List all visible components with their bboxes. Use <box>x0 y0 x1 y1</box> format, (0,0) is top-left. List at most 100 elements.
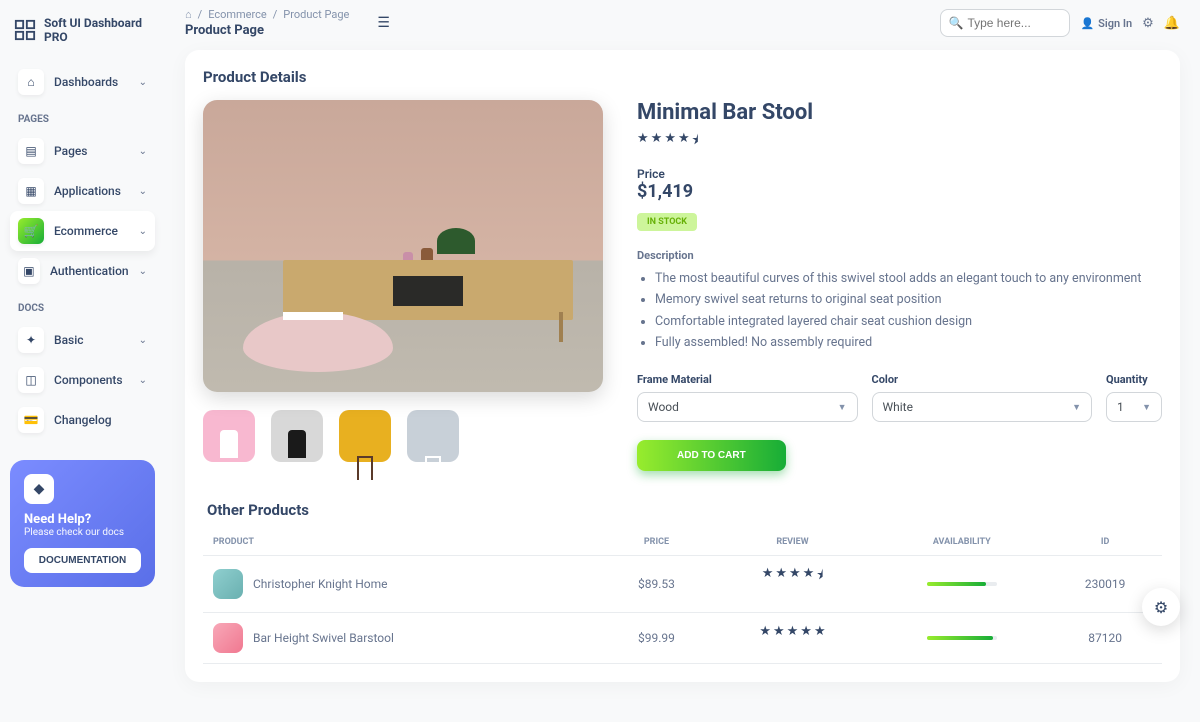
main-content: ⌂ / Ecommerce / Product Page Product Pag… <box>165 0 1200 722</box>
select-value: White <box>883 400 913 414</box>
sidebar-item-label: Components <box>54 373 129 387</box>
brand-logo[interactable]: Soft UI Dashboard PRO <box>10 16 155 44</box>
product-main-image[interactable] <box>203 100 603 392</box>
thumbnail-1[interactable] <box>203 410 255 462</box>
sidebar-item-label: Pages <box>54 144 129 158</box>
star-icon: ★ <box>789 566 801 588</box>
star-icon: ★ <box>651 131 663 153</box>
row-price: $89.53 <box>603 556 709 613</box>
color-select[interactable]: White ▼ <box>872 392 1093 422</box>
star-icon: ★ <box>759 624 771 639</box>
product-rating: ★ ★ ★ ★ ⯨ <box>637 131 1162 153</box>
other-products-table: Product Price Review Availability ID Chr… <box>203 529 1162 664</box>
color-label: Color <box>872 373 1093 386</box>
row-id: 87120 <box>1048 613 1162 664</box>
star-icon: ★ <box>787 624 799 639</box>
page-title: Product Page <box>185 23 349 38</box>
qty-select[interactable]: 1 ▼ <box>1106 392 1162 422</box>
chevron-down-icon: ⌄ <box>139 146 147 157</box>
chevron-down-icon: ⌄ <box>139 186 147 197</box>
star-half-icon: ⯨ <box>692 131 699 153</box>
star-icon: ★ <box>775 566 787 588</box>
thumbnail-3[interactable] <box>339 410 391 462</box>
availability-bar <box>927 636 997 640</box>
product-thumbnail <box>213 569 243 599</box>
select-value: Wood <box>648 400 679 414</box>
col-review: Review <box>710 529 876 556</box>
menu-toggle-icon[interactable]: ☰ <box>377 15 390 31</box>
star-icon: ★ <box>762 566 774 588</box>
shop-icon: ⌂ <box>18 69 44 95</box>
changelog-icon: 💳 <box>18 407 44 433</box>
sidebar-item-label: Basic <box>54 333 129 347</box>
row-rating: ★★★★⯨ <box>718 566 868 588</box>
chevron-down-icon: ⌄ <box>139 375 147 386</box>
documentation-button[interactable]: DOCUMENTATION <box>24 548 141 573</box>
product-details: Minimal Bar Stool ★ ★ ★ ★ ⯨ Price $1,419… <box>637 100 1162 471</box>
brand-name: Soft UI Dashboard PRO <box>44 16 151 44</box>
product-card: Product Details Mini <box>185 50 1180 682</box>
sidebar-item-components[interactable]: ◫ Components ⌄ <box>10 360 155 400</box>
col-id: ID <box>1048 529 1162 556</box>
section-pages: PAGES <box>10 108 155 131</box>
breadcrumb-l1[interactable]: Ecommerce <box>208 8 267 21</box>
sidebar-item-pages[interactable]: ▤ Pages ⌄ <box>10 131 155 171</box>
sidebar-item-label: Ecommerce <box>54 224 129 238</box>
breadcrumb-l2: Product Page <box>283 8 349 21</box>
feature-item: Fully assembled! No assembly required <box>655 332 1162 353</box>
feature-item: Comfortable integrated layered chair sea… <box>655 311 1162 332</box>
help-title: Need Help? <box>24 512 141 527</box>
chevron-down-icon: ⌄ <box>139 266 147 277</box>
breadcrumb-home[interactable]: ⌂ <box>185 8 192 21</box>
gear-icon[interactable]: ⚙ <box>1142 16 1154 31</box>
bell-icon[interactable]: 🔔 <box>1164 16 1180 31</box>
sidebar-item-dashboards[interactable]: ⌂ Dashboards ⌄ <box>10 62 155 102</box>
qty-label: Quantity <box>1106 373 1162 386</box>
sidebar-item-changelog[interactable]: 💳 Changelog <box>10 400 155 440</box>
rocket-icon: ✦ <box>18 327 44 353</box>
thumbnail-2[interactable] <box>271 410 323 462</box>
cart-icon: 🛒 <box>18 218 44 244</box>
chevron-down-icon: ▼ <box>1072 402 1081 413</box>
search-wrap: 🔍 <box>940 9 1070 37</box>
pages-icon: ▤ <box>18 138 44 164</box>
chevron-down-icon: ⌄ <box>139 226 147 237</box>
chevron-down-icon: ▼ <box>838 402 847 413</box>
sidebar-item-ecommerce[interactable]: 🛒 Ecommerce ⌄ <box>10 211 155 251</box>
star-icon: ★ <box>814 624 826 639</box>
help-card: ◆ Need Help? Please check our docs DOCUM… <box>10 460 155 587</box>
section-title: Product Details <box>203 68 1162 86</box>
star-icon: ★ <box>678 131 690 153</box>
material-select[interactable]: Wood ▼ <box>637 392 858 422</box>
table-row[interactable]: Christopher Knight Home $89.53 ★★★★⯨ 230… <box>203 556 1162 613</box>
signin-label: Sign In <box>1098 17 1132 30</box>
feature-list: The most beautiful curves of this swivel… <box>637 268 1162 353</box>
chevron-down-icon: ⌄ <box>139 77 147 88</box>
chevron-down-icon: ⌄ <box>139 335 147 346</box>
material-label: Frame Material <box>637 373 858 386</box>
star-half-icon: ⯨ <box>816 566 823 588</box>
add-to-cart-button[interactable]: ADD TO CART <box>637 440 786 471</box>
sidebar-item-applications[interactable]: ▦ Applications ⌄ <box>10 171 155 211</box>
col-availability: Availability <box>875 529 1048 556</box>
sidebar: Soft UI Dashboard PRO ⌂ Dashboards ⌄ PAG… <box>0 0 165 646</box>
table-row[interactable]: Bar Height Swivel Barstool $99.99 ★★★★★ … <box>203 613 1162 664</box>
sidebar-item-label: Applications <box>54 184 129 198</box>
sidebar-item-basic[interactable]: ✦ Basic ⌄ <box>10 320 155 360</box>
feature-item: The most beautiful curves of this swivel… <box>655 268 1162 289</box>
settings-fab[interactable]: ⚙ <box>1142 588 1180 626</box>
sidebar-item-authentication[interactable]: ▣ Authentication ⌄ <box>10 251 155 291</box>
thumbnail-4[interactable] <box>407 410 459 462</box>
signin-button[interactable]: 👤 Sign In <box>1080 17 1132 30</box>
stock-badge: IN STOCK <box>637 213 697 231</box>
price-value: $1,419 <box>637 181 1162 202</box>
row-product-name: Christopher Knight Home <box>253 577 387 591</box>
description-label: Description <box>637 249 1162 262</box>
help-sub: Please check our docs <box>24 527 141 538</box>
other-products-title: Other Products <box>207 501 1162 519</box>
apps-icon: ▦ <box>18 178 44 204</box>
row-price: $99.99 <box>603 613 709 664</box>
auth-icon: ▣ <box>18 258 40 284</box>
diamond-icon: ◆ <box>24 474 54 504</box>
sidebar-item-label: Dashboards <box>54 75 129 89</box>
